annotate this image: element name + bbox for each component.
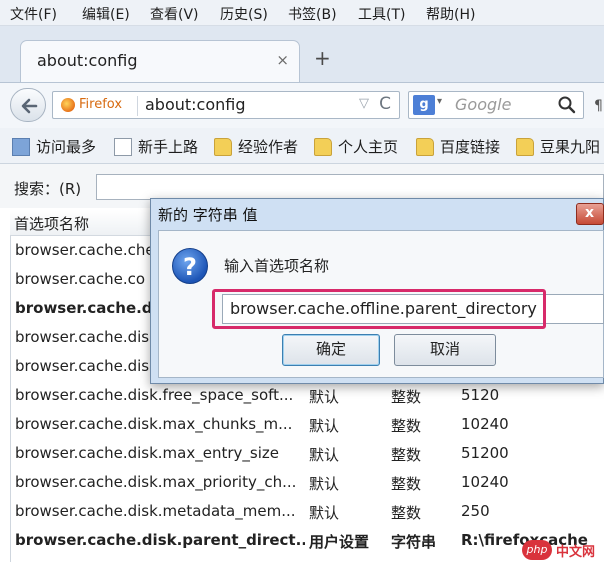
search-bar[interactable]: g ▾ Google: [408, 91, 584, 119]
pref-status-cell: 默认: [309, 504, 340, 522]
engine-dropdown-icon[interactable]: ▾: [437, 96, 442, 107]
pref-value-cell: 250: [461, 502, 490, 520]
pref-type-cell: 整数: [391, 446, 422, 464]
config-search-label: 搜索：(R): [14, 180, 82, 198]
bookmark-getting-started[interactable]: 新手上路: [138, 136, 198, 157]
pref-name-cell: browser.cache.disk.max_entry_size: [15, 444, 279, 462]
url-text[interactable]: about:config: [145, 95, 246, 114]
pref-status-cell: 默认: [309, 446, 340, 464]
identity-label: Firefox: [79, 97, 123, 112]
bookmark-experience-authors[interactable]: 经验作者: [238, 136, 298, 157]
pref-name-cell: browser.cache.disk.metadata_mem...: [15, 502, 296, 520]
tab-about-config[interactable]: about:config ×: [20, 40, 300, 82]
pref-type-cell: 整数: [391, 417, 422, 435]
new-tab-icon[interactable]: +: [314, 46, 331, 70]
folder-icon: [214, 138, 232, 156]
firefox-logo-icon: [61, 98, 75, 112]
url-bar[interactable]: Firefox about:config ▽ C: [52, 91, 400, 119]
tab-close-icon[interactable]: ×: [276, 51, 289, 69]
pref-type-cell: 字符串: [391, 533, 437, 551]
pref-status-cell: 默认: [309, 388, 340, 406]
pref-name-cell: browser.cache.disk.max_chunks_m...: [15, 415, 293, 433]
pref-status-cell: 默认: [309, 475, 340, 493]
star-folder-icon: [12, 138, 30, 156]
page-icon: [114, 138, 132, 156]
back-button[interactable]: [10, 88, 46, 122]
table-row[interactable]: browser.cache.disk.parent_direct... 用户设置 字…: [10, 526, 604, 555]
pref-value-cell: 10240: [461, 473, 509, 491]
pref-type-cell: 整数: [391, 475, 422, 493]
close-icon: x: [585, 205, 595, 221]
dialog-close-button[interactable]: x: [576, 203, 604, 225]
search-placeholder: Google: [455, 95, 512, 114]
pref-type-cell: 整数: [391, 388, 422, 406]
bookmark-baidu-links[interactable]: 百度链接: [440, 136, 500, 157]
cancel-button[interactable]: 取消: [394, 334, 496, 366]
google-engine-icon[interactable]: g: [413, 95, 435, 115]
php-logo: php: [522, 540, 552, 560]
url-separator: [137, 96, 138, 116]
search-icon[interactable]: [557, 95, 577, 115]
ok-button[interactable]: 确定: [282, 334, 380, 366]
pref-status-cell: 用户设置: [309, 533, 370, 551]
table-row[interactable]: browser.cache.disk.metadata_mem... 默认 整数 25…: [10, 497, 604, 526]
menu-history[interactable]: 历史(S): [220, 4, 268, 24]
dialog-title: 新的 字符串 值: [158, 206, 258, 224]
input-highlight-outline: [212, 289, 546, 329]
pref-status-cell: 默认: [309, 417, 340, 435]
toolbar-overflow-icon[interactable]: ¶: [594, 98, 603, 114]
table-row[interactable]: browser.cache.disk.max_chunks_m... 默认 整数 10…: [10, 410, 604, 439]
menu-view[interactable]: 查看(V): [150, 4, 199, 24]
table-row[interactable]: browser.cache.disk.max_entry_size 默认 整数 512…: [10, 439, 604, 468]
column-header-name[interactable]: 首选项名称: [14, 213, 89, 234]
watermark: php 中文网: [522, 540, 602, 560]
config-search-input[interactable]: [96, 174, 604, 200]
question-icon: ?: [172, 248, 208, 284]
bookmark-douguo-jiuyang[interactable]: 豆果九阳: [540, 136, 600, 157]
menu-bookmarks[interactable]: 书签(B): [288, 4, 337, 24]
folder-icon: [516, 138, 534, 156]
reload-icon[interactable]: C: [379, 94, 391, 114]
pref-value-cell: 5120: [461, 386, 500, 404]
folder-icon: [314, 138, 332, 156]
bookmark-home-page[interactable]: 个人主页: [338, 136, 398, 157]
menu-edit[interactable]: 编辑(E): [82, 4, 130, 24]
menu-help[interactable]: 帮助(H): [426, 4, 475, 24]
pref-type-cell: 整数: [391, 504, 422, 522]
dialog-prompt: 输入首选项名称: [224, 257, 330, 275]
bookmark-star-icon[interactable]: ▽: [359, 96, 369, 111]
pref-name-cell: browser.cache.disk.free_space_soft...: [15, 386, 294, 404]
pref-value-cell: 10240: [461, 415, 509, 433]
menu-file[interactable]: 文件(F): [10, 4, 57, 24]
table-row[interactable]: browser.cache.disk.max_priority_ch... 默认 整…: [10, 468, 604, 497]
table-row[interactable]: browser.cache.disk.free_space_soft... 默认 整…: [10, 381, 604, 410]
menu-bar: 文件(F) 编辑(E) 查看(V) 历史(S) 书签(B) 工具(T) 帮助(H…: [0, 0, 604, 26]
folder-icon: [416, 138, 434, 156]
pref-name-cell: browser.cache.disk.max_priority_ch...: [15, 473, 297, 491]
bookmark-most-visited[interactable]: 访问最多: [36, 136, 96, 157]
pref-name-cell: browser.cache.disk.parent_direct...: [15, 531, 305, 549]
menu-tools[interactable]: 工具(T): [358, 4, 405, 24]
pref-value-cell: 51200: [461, 444, 509, 462]
watermark-text: 中文网: [556, 545, 596, 560]
tab-label: about:config: [37, 51, 138, 70]
back-arrow-icon: [21, 98, 38, 114]
